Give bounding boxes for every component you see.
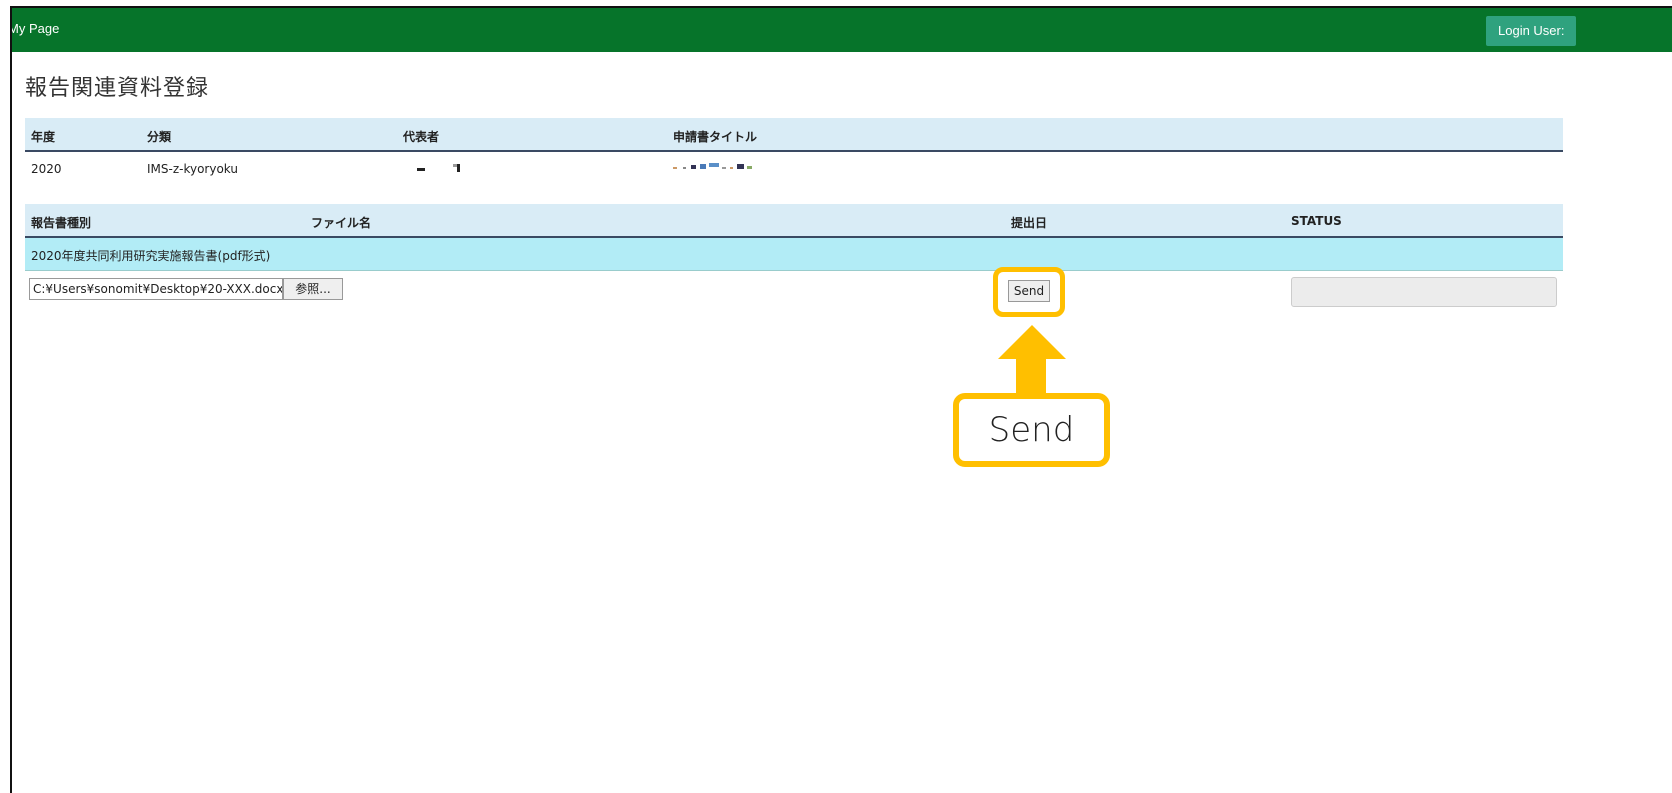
file-path-input[interactable]: C:¥Users¥sonomit¥Desktop¥20-XXX.docx [29, 278, 283, 300]
page-title: 報告関連資料登録 [25, 76, 210, 101]
header-status: STATUS [1291, 214, 1342, 228]
browse-button[interactable]: 参照... [283, 278, 343, 300]
cell-category: IMS-z-kyoryoku [147, 162, 238, 176]
report-submission-table: 報告書種別 ファイル名 提出日 STATUS 2020年度共同利用研究実施報告書… [25, 204, 1563, 271]
arrow-stem [1016, 357, 1046, 395]
login-user-button[interactable]: Login User: [1486, 16, 1576, 46]
send-button[interactable]: Send [1008, 280, 1050, 302]
browser-frame: My Page Login User: 報告関連資料登録 年度 分類 代表者 申… [10, 6, 1672, 793]
header-submission-date: 提出日 [1011, 216, 1048, 230]
report-section-label: 2020年度共同利用研究実施報告書(pdf形式) [31, 249, 271, 263]
report-section-row: 2020年度共同利用研究実施報告書(pdf形式) [25, 238, 1563, 271]
header-file-name: ファイル名 [311, 216, 372, 230]
project-table-header: 年度 分類 代表者 申請書タイトル [25, 118, 1563, 152]
cell-year: 2020 [31, 162, 62, 176]
header-category: 分類 [147, 130, 172, 144]
report-table-header: 報告書種別 ファイル名 提出日 STATUS [25, 204, 1563, 238]
project-info-table: 年度 分類 代表者 申請書タイトル 2020 IMS-z-kyoryoku [25, 118, 1563, 186]
top-navbar: My Page Login User: [12, 8, 1672, 52]
header-representative: 代表者 [403, 130, 440, 144]
header-year: 年度 [31, 130, 56, 144]
project-row: 2020 IMS-z-kyoryoku [25, 152, 1563, 186]
my-page-link[interactable]: My Page [12, 21, 59, 36]
status-field [1291, 277, 1557, 307]
header-application-title: 申請書タイトル [673, 130, 758, 144]
arrow-up-icon [998, 325, 1066, 359]
header-report-type: 報告書種別 [31, 216, 92, 230]
send-callout-label: Send [953, 393, 1110, 467]
